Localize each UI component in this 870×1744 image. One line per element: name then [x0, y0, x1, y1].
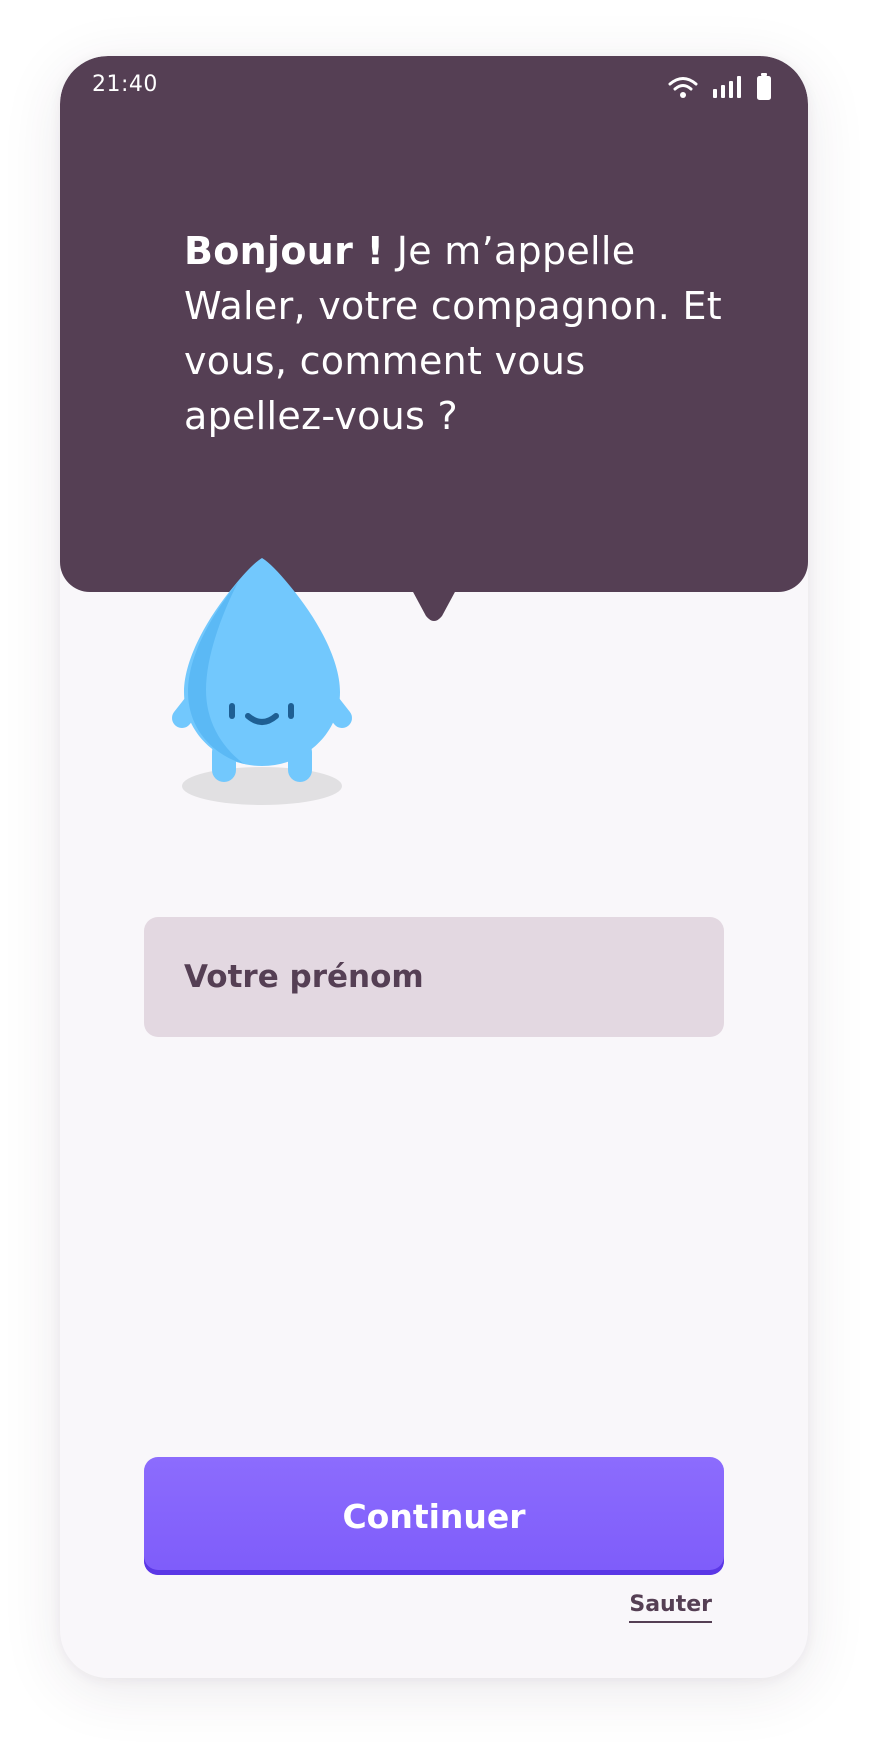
continue-button[interactable]: Continuer	[144, 1457, 724, 1575]
battery-icon	[757, 73, 771, 100]
status-icons	[668, 72, 772, 102]
skip-link[interactable]: Sauter	[629, 1592, 712, 1623]
greeting-message: Bonjour ! Je m’appelle Waler, votre comp…	[184, 224, 744, 444]
greeting-bold: Bonjour !	[184, 229, 385, 273]
first-name-input[interactable]	[144, 917, 724, 1037]
speech-bubble: 21:40 Bonjour ! Je m’appelle Waler, votr…	[60, 56, 808, 592]
phone-screen: 21:40 Bonjour ! Je m’appelle Waler, votr…	[60, 56, 808, 1678]
signal-icon	[713, 76, 741, 98]
status-bar: 21:40	[60, 56, 808, 116]
status-time: 21:40	[92, 72, 158, 97]
wifi-icon	[668, 77, 698, 98]
water-drop-mascot-icon	[172, 558, 352, 805]
